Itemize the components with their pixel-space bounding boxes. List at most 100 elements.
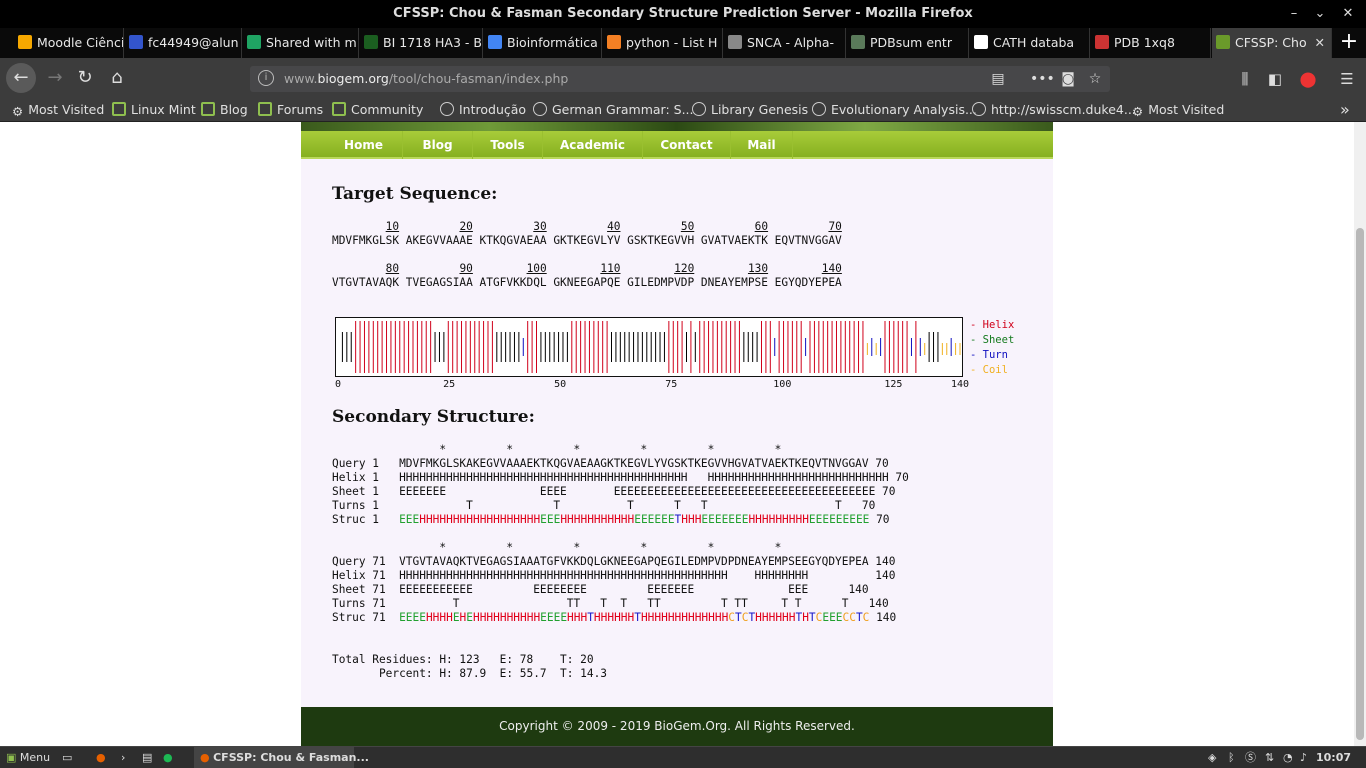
bookmark-star-icon[interactable]: ☆ xyxy=(1085,69,1105,89)
close-tab-icon[interactable]: ✕ xyxy=(1315,28,1325,58)
tab-moodle[interactable]: Moodle Ciênci xyxy=(14,28,124,58)
bookmark-most-visited-2[interactable]: ⚙ Most Visited xyxy=(1132,98,1224,122)
legend-turn: - Turn xyxy=(970,349,1008,361)
page-actions-icon[interactable]: ••• xyxy=(1030,69,1055,89)
mint-icon xyxy=(332,102,346,116)
struc-residue: T xyxy=(855,611,863,624)
url-text[interactable]: www.biogem.org/tool/chou-fasman/index.ph… xyxy=(284,66,568,92)
home-button[interactable]: ⌂ xyxy=(104,65,130,91)
bookmark-blog[interactable]: Blog xyxy=(201,98,248,122)
start-menu-button[interactable]: ▣ Menu xyxy=(6,747,50,768)
clock[interactable]: 10:07 xyxy=(1316,747,1351,768)
reload-button[interactable]: ↻ xyxy=(72,65,98,91)
bookmark-label: Library Genesis xyxy=(711,102,809,117)
ruler-number: 130 xyxy=(747,262,769,275)
bookmark-library-genesis[interactable]: Library Genesis xyxy=(692,98,808,122)
tab-stackoverflow[interactable]: python - List H xyxy=(603,28,723,58)
struc-residue: H xyxy=(620,611,628,624)
forward-button[interactable]: → xyxy=(42,65,68,91)
tab-drive[interactable]: Shared with m xyxy=(243,28,359,58)
bookmarks-toolbar: ⚙ Most Visited Linux Mint Blog Forums Com… xyxy=(0,98,1366,122)
biogem-page: Home Blog Tools Academic Contact Mail Ta… xyxy=(301,122,1053,746)
mint-menu-icon: ▣ xyxy=(6,751,17,764)
back-button[interactable]: ← xyxy=(6,63,36,93)
legend-coil-label: Coil xyxy=(982,364,1008,376)
files-launcher-icon[interactable]: ▤ xyxy=(142,747,152,768)
struc-residue: H xyxy=(587,513,594,526)
maximize-icon[interactable]: ⌄ xyxy=(1308,0,1332,28)
tab-bi-sheet[interactable]: BI 1718 HA3 - BI_ xyxy=(360,28,483,58)
spotify-launcher-icon[interactable]: ● xyxy=(163,747,173,768)
tab-snca[interactable]: SNCA - Alpha- xyxy=(724,28,846,58)
vertical-scrollbar[interactable] xyxy=(1354,122,1366,746)
menu-tools[interactable]: Tools xyxy=(473,131,543,159)
tab-cfssp[interactable]: CFSSP: Cho ✕ xyxy=(1212,28,1332,58)
struc-residue: H xyxy=(755,611,762,624)
bookmark-swisscm[interactable]: http://swisscm.duke4... xyxy=(972,98,1136,122)
menu-home[interactable]: Home xyxy=(325,131,403,159)
menu-contact[interactable]: Contact xyxy=(643,131,731,159)
struc-residue: E xyxy=(735,513,742,526)
sheets-icon xyxy=(364,35,378,49)
tab-mail[interactable]: fc44949@alun xyxy=(125,28,242,58)
show-desktop-icon[interactable]: ▭ xyxy=(62,747,72,768)
tray-bluetooth-icon[interactable]: ᛒ xyxy=(1228,747,1235,768)
legend-coil: - Coil xyxy=(970,364,1008,376)
ruler-number: 120 xyxy=(674,262,695,275)
bookmark-german-grammar[interactable]: German Grammar: S... xyxy=(533,98,694,122)
sidebar-icon[interactable]: ◧ xyxy=(1264,68,1286,90)
x-tick-label: 0 xyxy=(335,379,342,390)
new-tab-button[interactable]: + xyxy=(1336,28,1362,58)
tab-pdb[interactable]: PDB 1xq8 xyxy=(1091,28,1211,58)
taskbar-window-firefox[interactable]: ● CFSSP: Chou & Fasman... xyxy=(194,747,369,768)
tab-cath[interactable]: CATH databa xyxy=(970,28,1090,58)
bookmarks-overflow-icon[interactable]: » xyxy=(1340,98,1350,122)
struc-residue: H xyxy=(593,611,601,624)
minimize-icon[interactable]: – xyxy=(1282,0,1306,28)
pdb-icon xyxy=(1095,35,1109,49)
site-menu: Home Blog Tools Academic Contact Mail xyxy=(301,131,1053,159)
tab-bioinformatica[interactable]: Bioinformática xyxy=(484,28,602,58)
bookmark-evolutionary-analysis[interactable]: Evolutionary Analysis... xyxy=(812,98,977,122)
bookmark-forums[interactable]: Forums xyxy=(258,98,323,122)
struc-residue: H xyxy=(620,513,628,526)
bookmark-most-visited[interactable]: ⚙ Most Visited xyxy=(12,98,104,122)
tray-shield-icon[interactable]: ◈ xyxy=(1208,747,1216,768)
tray-skype-icon[interactable]: Ⓢ xyxy=(1245,747,1256,768)
ruler-number: 100 xyxy=(526,262,547,275)
menu-blog[interactable]: Blog xyxy=(403,131,473,159)
bookmark-introducao[interactable]: Introdução xyxy=(440,98,526,122)
struc-residue: H xyxy=(567,513,574,526)
pocket-icon[interactable]: ◙ xyxy=(1058,69,1078,89)
struc-residue: E xyxy=(640,513,648,526)
legend-helix: - Helix xyxy=(970,319,1015,331)
launcher-arrow-icon[interactable]: › xyxy=(121,747,125,768)
address-bar[interactable]: i www.biogem.org/tool/chou-fasman/index.… xyxy=(250,66,1110,92)
struc-residue: E xyxy=(399,611,406,624)
tab-pdbsum[interactable]: PDBsum entr xyxy=(847,28,969,58)
scrollbar-thumb[interactable] xyxy=(1356,228,1364,740)
menu-mail[interactable]: Mail xyxy=(731,131,793,159)
library-icon[interactable]: ⫼ xyxy=(1234,68,1256,90)
menu-academic[interactable]: Academic xyxy=(543,131,643,159)
struc-residue: H xyxy=(614,513,621,526)
firefox-launcher-icon[interactable]: ● xyxy=(96,747,106,768)
hamburger-menu-icon[interactable]: ☰ xyxy=(1336,68,1358,90)
struc-residue: E xyxy=(634,513,641,526)
reader-view-icon[interactable]: ▤ xyxy=(988,69,1008,89)
bookmark-community[interactable]: Community xyxy=(332,98,423,122)
struc-residue: H xyxy=(681,513,688,526)
tray-volume-icon[interactable]: ♪ xyxy=(1300,747,1307,768)
moodle-icon xyxy=(18,35,32,49)
ruler-number: 50 xyxy=(680,220,695,233)
struc-residue: E xyxy=(708,513,715,526)
bookmark-linux-mint[interactable]: Linux Mint xyxy=(112,98,196,122)
block2-helix: Helix 71 HHHHHHHHHHHHHHHHHHHHHHHHHHHHHHH… xyxy=(332,569,896,582)
bookmark-label: Linux Mint xyxy=(131,102,196,117)
info-icon[interactable]: i xyxy=(258,70,274,86)
extension-icon[interactable]: ⬤ xyxy=(1297,68,1319,90)
tray-network-icon[interactable]: ⇅ xyxy=(1265,747,1274,768)
block1-helix: Helix 1 HHHHHHHHHHHHHHHHHHHHHHHHHHHHHHHH… xyxy=(332,471,909,484)
close-window-icon[interactable]: ✕ xyxy=(1336,0,1360,28)
tray-wifi-icon[interactable]: ◔ xyxy=(1283,747,1293,768)
